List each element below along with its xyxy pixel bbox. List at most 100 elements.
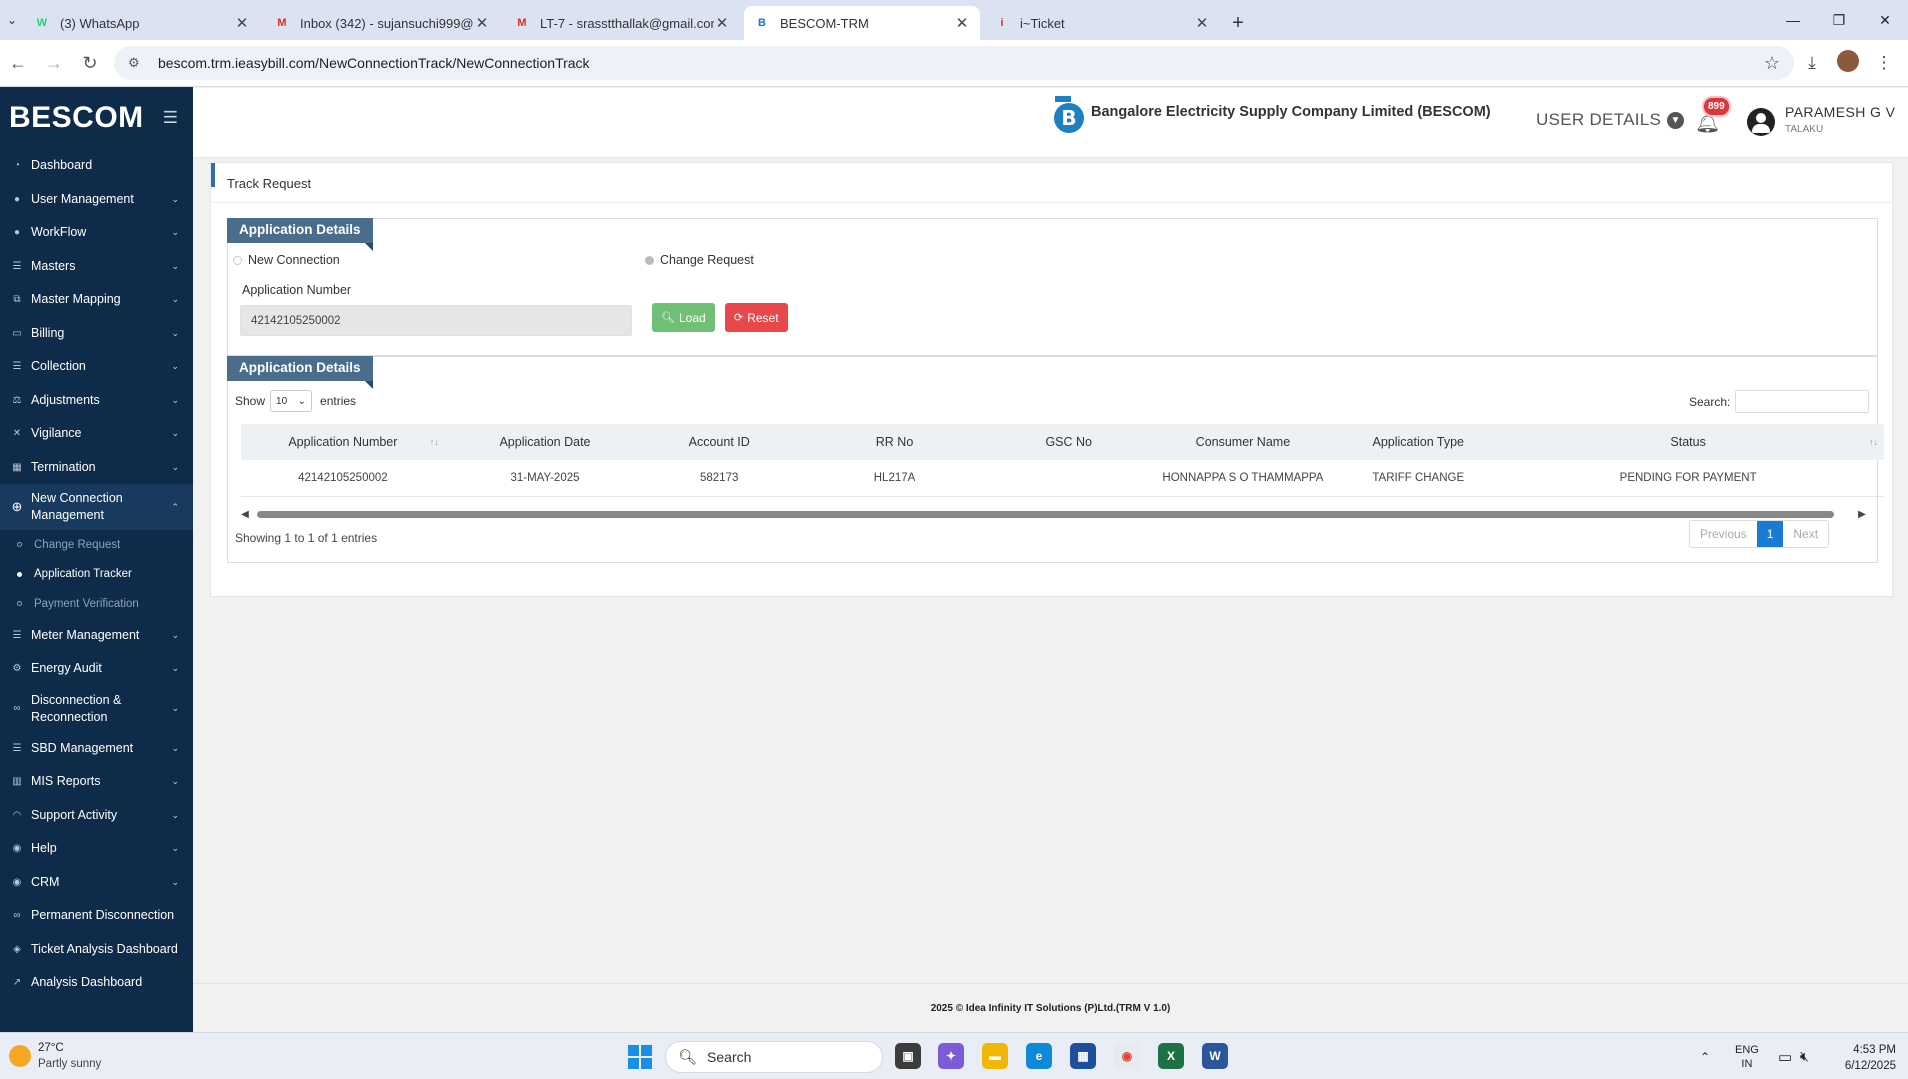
close-tab-icon[interactable]: ✕	[714, 14, 730, 32]
menu-kebab-icon[interactable]: ⋮	[1866, 53, 1902, 73]
sidebar-item-master-mapping[interactable]: ⧉ Master Mapping ⌄	[0, 283, 193, 317]
weather-sun-icon[interactable]	[9, 1045, 31, 1067]
copilot-icon[interactable]: ✦	[938, 1043, 964, 1069]
close-tab-icon[interactable]: ✕	[234, 14, 250, 32]
user-details-dropdown[interactable]: USER DETAILS ▼	[1536, 110, 1685, 130]
sidebar-item-meter-management[interactable]: ☰ Meter Management ⌄	[0, 619, 193, 653]
sort-icon[interactable]: ↑↓	[430, 437, 439, 447]
column-header[interactable]: RR No	[793, 424, 996, 460]
column-header[interactable]: Application Type	[1344, 424, 1493, 460]
sidebar-item-collection[interactable]: ☰ Collection ⌄	[0, 350, 193, 384]
column-header[interactable]: Status ↑↓	[1492, 424, 1884, 460]
horizontal-scrollbar[interactable]: ◀ ▶	[239, 507, 1868, 521]
browser-tab[interactable]: M Inbox (342) - sujansuchi999@g ✕	[264, 6, 500, 40]
next-page-button[interactable]: Next	[1783, 521, 1828, 547]
url-field[interactable]: ⚙ bescom.trm.ieasybill.com/NewConnection…	[114, 46, 1794, 80]
sidebar-item-crm[interactable]: ◉ CRM ⌄	[0, 866, 193, 900]
notification-badge[interactable]: 899	[1702, 96, 1731, 117]
column-header[interactable]: GSC No	[995, 424, 1142, 460]
new-tab-button[interactable]: +	[1224, 6, 1252, 40]
sidebar-item-vigilance[interactable]: ✕ Vigilance ⌄	[0, 417, 193, 451]
tab-search-dropdown-icon[interactable]: ⌄	[0, 0, 24, 40]
word-icon[interactable]: W	[1202, 1043, 1228, 1069]
submenu-item-application-tracker[interactable]: Application Tracker	[0, 560, 193, 590]
hamburger-menu-icon[interactable]: ☰	[163, 108, 178, 128]
chrome-icon[interactable]: ◉	[1114, 1043, 1140, 1069]
table-row[interactable]: 42142105250002 31-MAY-2025 582173 HL217A HON…	[241, 460, 1884, 497]
sidebar-item-masters[interactable]: ☰ Masters ⌄	[0, 250, 193, 284]
task-view-icon[interactable]: ▣	[895, 1043, 921, 1069]
scroll-thumb[interactable]	[257, 510, 1835, 518]
sidebar-item-disconnection-reconnection[interactable]: ∞ Disconnection & Reconnection ⌄	[0, 686, 193, 732]
load-button[interactable]: 🔍︎ Load	[652, 303, 715, 332]
column-header[interactable]: Application Number ↑↓	[241, 424, 445, 460]
scroll-track[interactable]	[257, 510, 1850, 518]
submenu-item-payment-verification[interactable]: Payment Verification	[0, 589, 193, 619]
system-clock[interactable]: 4:53 PM 6/12/2025	[1845, 1042, 1896, 1074]
sidebar-item-analysis-dashboard[interactable]: ↗ Analysis Dashboard	[0, 966, 193, 1000]
previous-page-button[interactable]: Previous	[1690, 521, 1757, 547]
browser-tab[interactable]: B BESCOM-TRM ✕	[744, 6, 980, 40]
column-header[interactable]: Account ID	[645, 424, 794, 460]
browser-tab[interactable]: M LT-7 - srasstthallak@gmail.com ✕	[504, 6, 740, 40]
sidebar-item-sbd-management[interactable]: ☰ SBD Management ⌄	[0, 732, 193, 766]
store-icon[interactable]: ▦	[1070, 1043, 1096, 1069]
edge-icon[interactable]: e	[1026, 1043, 1052, 1069]
scroll-left-icon[interactable]: ◀	[239, 509, 251, 520]
bookmark-star-icon[interactable]: ☆	[1764, 53, 1780, 74]
language-indicator[interactable]: ENG IN	[1735, 1033, 1759, 1079]
sidebar-item-support-activity[interactable]: ◠ Support Activity ⌄	[0, 799, 193, 833]
download-icon[interactable]: ⤓	[1794, 53, 1830, 73]
brand-logo-text[interactable]: BESCOM	[9, 101, 144, 135]
sidebar-item-user-management[interactable]: ● User Management ⌄	[0, 183, 193, 217]
sort-icon[interactable]: ↑↓	[1869, 437, 1878, 447]
weather-desc[interactable]: Partly sunny	[38, 1058, 101, 1070]
excel-icon[interactable]: X	[1158, 1043, 1184, 1069]
sidebar-item-termination[interactable]: ▦ Termination ⌄	[0, 451, 193, 485]
network-icon[interactable]: ▭	[1778, 1033, 1792, 1079]
reset-button[interactable]: ⟳ Reset	[725, 303, 788, 332]
sidebar-item-mis-reports[interactable]: ▥ MIS Reports ⌄	[0, 765, 193, 799]
sidebar-item-ticket-analysis-dashboard[interactable]: ◈ Ticket Analysis Dashboard	[0, 933, 193, 967]
restore-icon[interactable]: ❐	[1816, 12, 1862, 29]
radio-new-connection[interactable]: New Connection	[233, 253, 340, 267]
sidebar-item-new-connection-management[interactable]: ⊕ New Connection Management ⌃	[0, 484, 193, 530]
browser-tab[interactable]: i i~Ticket ✕	[984, 6, 1220, 40]
submenu-item-change-request[interactable]: Change Request	[0, 530, 193, 560]
taskbar-search[interactable]: 🔍︎ Search	[665, 1041, 883, 1073]
browser-tab[interactable]: W (3) WhatsApp ✕	[24, 6, 260, 40]
user-avatar-icon[interactable]	[1747, 108, 1775, 136]
back-icon[interactable]: ←	[0, 53, 36, 74]
column-header[interactable]: Application Date	[444, 424, 646, 460]
close-tab-icon[interactable]: ✕	[954, 14, 970, 32]
weather-temp[interactable]: 27°C	[38, 1042, 64, 1054]
windows-start-icon[interactable]	[628, 1045, 652, 1069]
file-explorer-icon[interactable]: ▬	[982, 1043, 1008, 1069]
radio-button-change[interactable]	[645, 255, 654, 265]
scroll-right-icon[interactable]: ▶	[1856, 509, 1868, 520]
sidebar-item-adjustments[interactable]: ⚖ Adjustments ⌄	[0, 384, 193, 418]
forward-icon[interactable]: →	[36, 53, 72, 74]
application-number-input[interactable]	[240, 305, 632, 336]
minimize-icon[interactable]: —	[1770, 12, 1816, 28]
sidebar-item-workflow[interactable]: ● WorkFlow ⌄	[0, 216, 193, 250]
reload-icon[interactable]: ↻	[72, 53, 108, 74]
tray-chevron-icon[interactable]: ⌃	[1700, 1033, 1710, 1079]
page-1-button[interactable]: 1	[1756, 521, 1784, 547]
profile-avatar[interactable]	[1830, 49, 1866, 77]
sidebar-item-billing[interactable]: ▭ Billing ⌄	[0, 317, 193, 351]
table-search-input[interactable]	[1735, 390, 1870, 413]
column-header[interactable]: Consumer Name	[1141, 424, 1345, 460]
close-window-icon[interactable]: ✕	[1862, 12, 1908, 29]
sidebar-item-dashboard[interactable]: ◔ Dashboard	[0, 149, 193, 183]
close-tab-icon[interactable]: ✕	[1194, 14, 1210, 32]
volume-muted-icon[interactable]: 🔇︎	[1800, 1033, 1809, 1079]
sidebar-item-help[interactable]: ◉ Help ⌄	[0, 832, 193, 866]
close-tab-icon[interactable]: ✕	[474, 14, 490, 32]
radio-change-request[interactable]: Change Request	[645, 253, 754, 267]
sidebar-item-energy-audit[interactable]: ⚙ Energy Audit ⌄	[0, 652, 193, 686]
page-size-select[interactable]: 10 ⌄	[270, 390, 313, 412]
site-info-icon[interactable]: ⚙	[128, 55, 146, 71]
radio-button-new[interactable]	[233, 255, 242, 265]
sidebar-item-permanent-disconnection[interactable]: ∞ Permanent Disconnection	[0, 899, 193, 933]
